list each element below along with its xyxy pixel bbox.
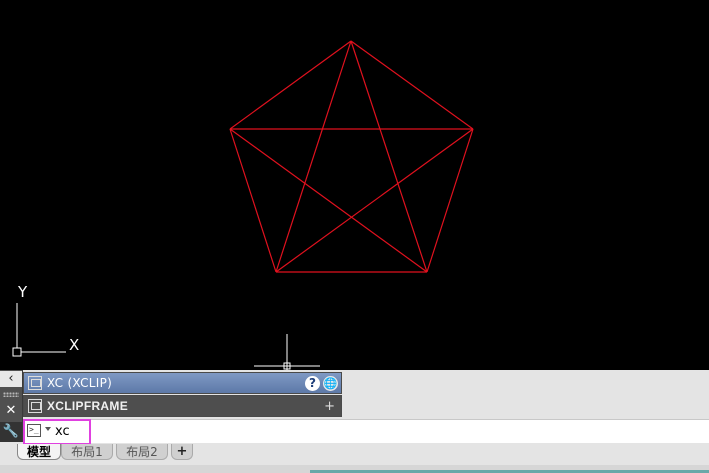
autocomplete-item-xclip[interactable]: XC (XCLIP) ? 🌐 (23, 372, 342, 394)
autocomplete-item-label: XCLIPFRAME (47, 399, 128, 413)
star-line[interactable] (350, 40, 428, 273)
pentagon[interactable] (229, 40, 474, 273)
globe-icon[interactable]: 🌐 (323, 375, 338, 391)
command-line-side-strip: ‹ ✕ 🔧 (0, 370, 23, 442)
autocomplete-item-label: XC (XCLIP) (47, 376, 113, 390)
xclip-icon (28, 376, 42, 390)
ucs-icon (12, 303, 66, 357)
star-line[interactable] (229, 128, 428, 273)
command-input-highlight (23, 419, 91, 445)
close-icon[interactable]: ✕ (0, 402, 22, 419)
expand-plus-icon[interactable]: + (324, 399, 335, 414)
command-line: >_ (23, 419, 709, 445)
star-line[interactable] (275, 128, 474, 273)
ucs-x-label: X (69, 336, 80, 354)
add-layout-plus-icon[interactable]: + (171, 444, 193, 460)
wrench-icon[interactable]: 🔧 (0, 422, 22, 442)
pentagon-edge[interactable] (229, 40, 352, 130)
ucs-origin-box (12, 347, 22, 357)
xclipframe-icon (28, 399, 42, 413)
tab-layout2[interactable]: 布局2 (116, 444, 168, 460)
tab-layout1[interactable]: 布局1 (61, 444, 113, 460)
help-icon[interactable]: ? (305, 375, 320, 391)
star-line[interactable] (275, 40, 352, 273)
crosshair-cursor (254, 334, 320, 370)
ucs-y-label: Y (18, 283, 28, 301)
drawing-canvas[interactable]: Y X (0, 0, 709, 370)
pentagon-edge[interactable] (426, 128, 474, 273)
collapse-chevron-left-icon[interactable]: ‹ (0, 371, 22, 387)
drag-grip-handle[interactable] (3, 392, 19, 397)
pentagon-edge[interactable] (350, 40, 474, 130)
pentagon-edge[interactable] (229, 128, 277, 273)
autocomplete-item-xclipframe[interactable]: XCLIPFRAME + (23, 395, 342, 417)
autocomplete-list: XC (XCLIP) ? 🌐 XCLIPFRAME + (23, 372, 343, 418)
drawing-area[interactable] (0, 0, 709, 370)
tab-model[interactable]: 模型 (17, 444, 61, 460)
command-input[interactable] (55, 422, 695, 441)
layout-tab-bar: 模型 布局1 布局2 + (0, 443, 709, 465)
star[interactable] (229, 40, 474, 273)
